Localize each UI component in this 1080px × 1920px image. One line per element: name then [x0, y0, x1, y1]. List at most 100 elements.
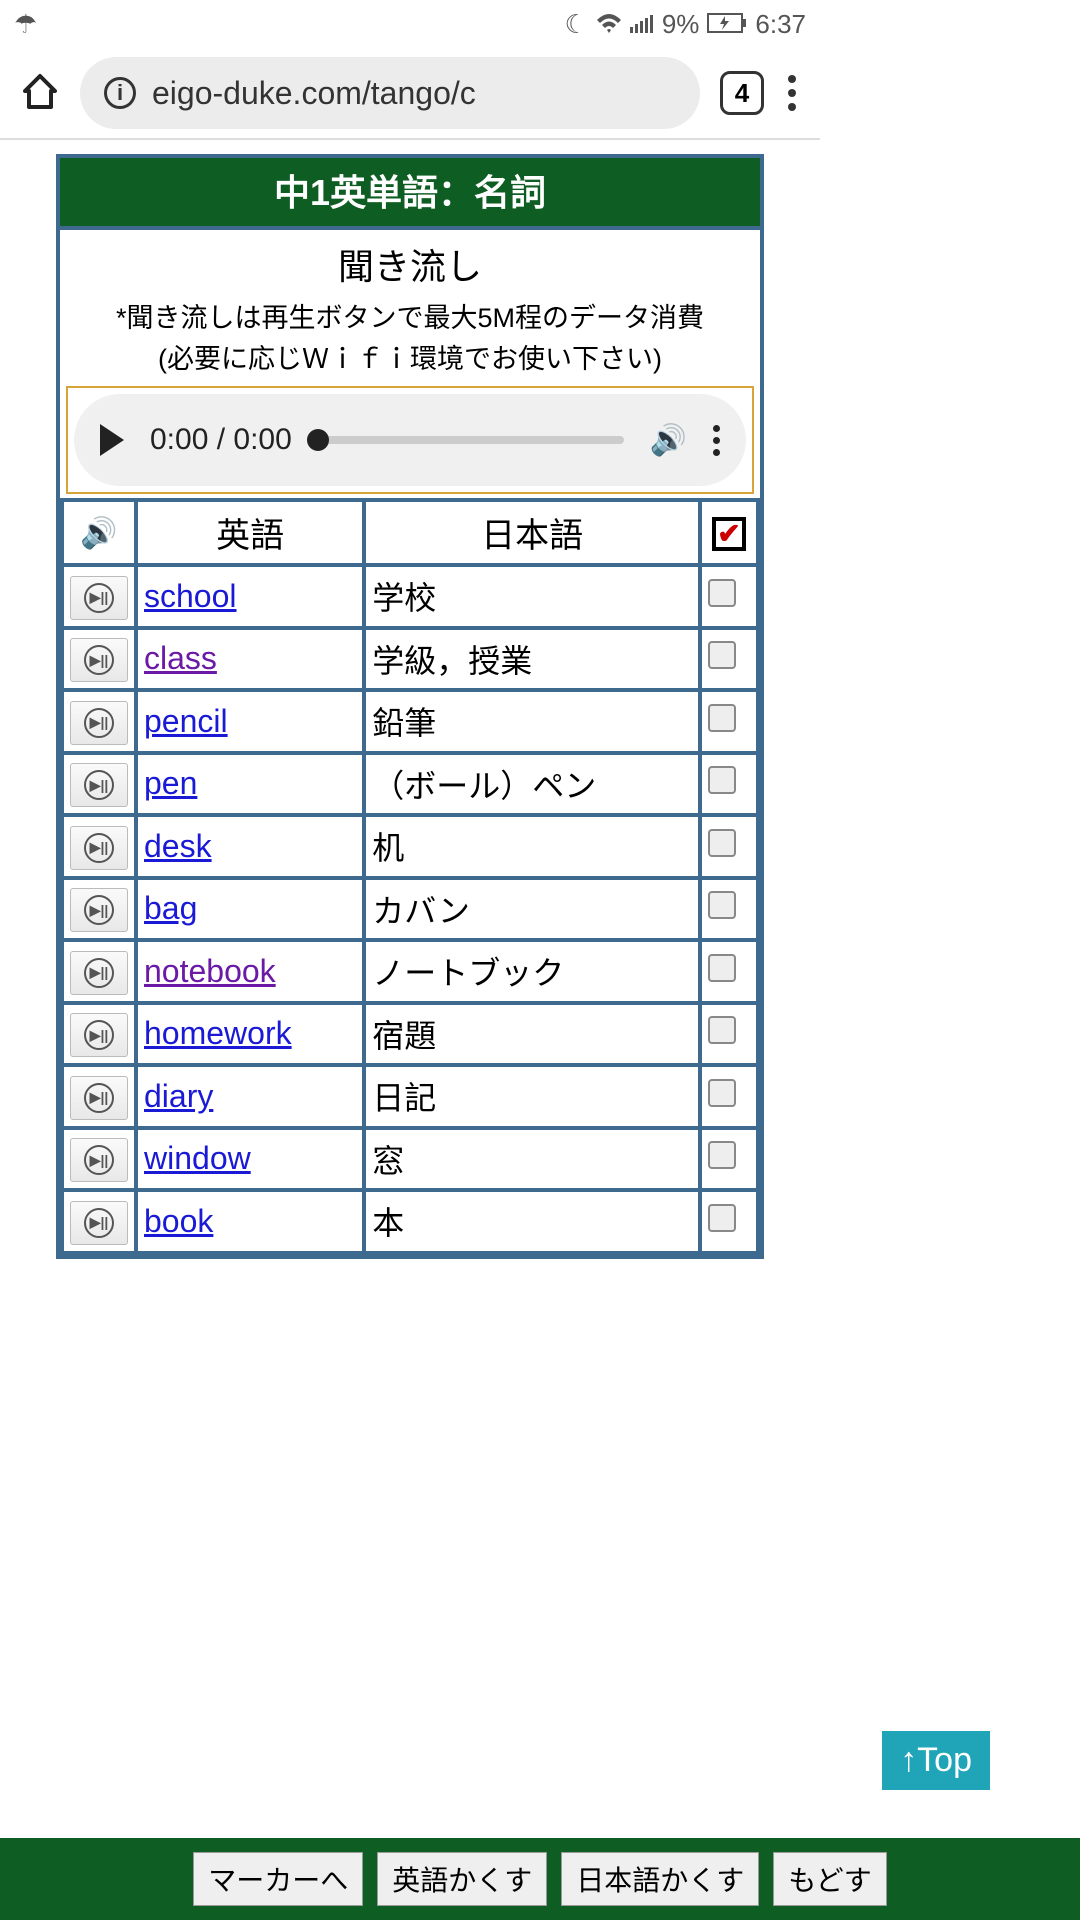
audio-player[interactable]: 0:00 / 0:00 🔊	[74, 394, 746, 486]
vocab-table: 🔊 英語 日本語 ✔ ▶||school学校▶||class学級，授業▶||pe…	[60, 498, 760, 1255]
row-english: diary	[138, 1067, 362, 1126]
row-japanese: 宿題	[366, 1005, 698, 1064]
row-english: pencil	[138, 692, 362, 751]
row-japanese: （ボール）ペン	[366, 755, 698, 814]
check-all-icon[interactable]: ✔	[712, 517, 746, 551]
vocab-link[interactable]: class	[144, 640, 217, 676]
battery-icon	[707, 9, 747, 40]
row-play-cell: ▶||	[64, 630, 134, 689]
vocab-link[interactable]: pencil	[144, 703, 228, 739]
row-play-button[interactable]: ▶||	[70, 1076, 128, 1120]
vocab-link[interactable]: homework	[144, 1015, 292, 1051]
row-check-cell	[702, 1192, 756, 1251]
audio-player-wrap: 0:00 / 0:00 🔊	[66, 386, 754, 494]
play-icon[interactable]	[100, 424, 124, 456]
table-row: ▶||notebookノートブック	[64, 942, 756, 1001]
hide-english-button[interactable]: 英語かくす	[377, 1852, 547, 1906]
vocab-link[interactable]: notebook	[144, 953, 276, 989]
header-audio: 🔊	[64, 502, 134, 563]
row-check-cell	[702, 1067, 756, 1126]
row-checkbox[interactable]	[708, 579, 736, 607]
row-play-cell: ▶||	[64, 817, 134, 876]
vocab-link[interactable]: diary	[144, 1078, 213, 1114]
goto-marker-button[interactable]: マーカーへ	[193, 1852, 363, 1906]
play-pause-icon: ▶||	[84, 895, 114, 925]
table-row: ▶|| desk 机	[64, 817, 756, 876]
vocab-link[interactable]: school	[144, 578, 237, 614]
row-play-button[interactable]: ▶||	[70, 763, 128, 807]
row-checkbox[interactable]	[708, 1141, 736, 1169]
audio-seek-thumb[interactable]	[307, 429, 329, 451]
row-checkbox[interactable]	[708, 1204, 736, 1232]
table-row: ▶||class学級，授業	[64, 630, 756, 689]
volume-icon[interactable]: 🔊	[650, 423, 687, 458]
row-checkbox[interactable]	[708, 704, 736, 732]
row-japanese: 本	[366, 1192, 698, 1251]
row-play-button[interactable]: ▶||	[70, 638, 128, 682]
wifi-note: (必要に応じＷｉｆｉ環境でお使い下さい)	[68, 337, 752, 376]
subtitle: 聞き流し	[68, 238, 752, 290]
battery-percent: 9%	[662, 9, 700, 40]
header-check[interactable]: ✔	[702, 502, 756, 563]
header-english: 英語	[138, 502, 362, 563]
row-checkbox[interactable]	[708, 1016, 736, 1044]
vocab-link[interactable]: book	[144, 1203, 213, 1239]
signal-icon	[630, 9, 654, 40]
row-play-button[interactable]: ▶||	[70, 1201, 128, 1245]
row-english: class	[138, 630, 362, 689]
row-play-cell: ▶||	[64, 567, 134, 626]
umbrella-icon: ☂	[14, 9, 37, 40]
row-japanese: カバン	[366, 880, 698, 939]
row-play-cell: ▶||	[64, 692, 134, 751]
row-english: notebook	[138, 942, 362, 1001]
row-checkbox[interactable]	[708, 641, 736, 669]
data-warning: *聞き流しは再生ボタンで最大5M程のデータ消費	[68, 296, 752, 335]
row-play-button[interactable]: ▶||	[70, 888, 128, 932]
row-play-button[interactable]: ▶||	[70, 576, 128, 620]
action-bar: マーカーへ 英語かくす 日本語かくす もどす	[0, 1838, 1080, 1920]
row-check-cell	[702, 817, 756, 876]
row-play-cell: ▶||	[64, 880, 134, 939]
table-row: ▶|| pen （ボール）ペン	[64, 755, 756, 814]
row-checkbox[interactable]	[708, 891, 736, 919]
audio-menu-icon[interactable]	[713, 425, 720, 456]
table-row: ▶|| book 本	[64, 1192, 756, 1251]
row-checkbox[interactable]	[708, 1079, 736, 1107]
tab-switcher[interactable]: 4	[720, 71, 764, 115]
home-icon[interactable]	[20, 71, 60, 116]
row-play-button[interactable]: ▶||	[70, 951, 128, 995]
row-play-cell: ▶||	[64, 1130, 134, 1189]
audio-seek-track[interactable]	[318, 436, 624, 444]
row-checkbox[interactable]	[708, 954, 736, 982]
url-bar[interactable]: i eigo-duke.com/tango/c	[80, 57, 700, 129]
reset-button[interactable]: もどす	[773, 1852, 886, 1906]
row-japanese: 学校	[366, 567, 698, 626]
browser-toolbar: i eigo-duke.com/tango/c 4	[0, 48, 820, 140]
row-play-button[interactable]: ▶||	[70, 826, 128, 870]
vocab-link[interactable]: window	[144, 1140, 251, 1176]
row-japanese: 鉛筆	[366, 692, 698, 751]
row-play-button[interactable]: ▶||	[70, 701, 128, 745]
wifi-icon	[596, 9, 622, 40]
table-row: ▶|| homework 宿題	[64, 1005, 756, 1064]
row-japanese: 机	[366, 817, 698, 876]
row-play-button[interactable]: ▶||	[70, 1138, 128, 1182]
hide-japanese-button[interactable]: 日本語かくす	[561, 1852, 759, 1906]
scroll-top-button[interactable]: ↑Top	[882, 1731, 990, 1790]
play-pause-icon: ▶||	[84, 1145, 114, 1175]
browser-menu-icon[interactable]	[784, 71, 800, 115]
site-info-icon[interactable]: i	[104, 77, 136, 109]
row-check-cell	[702, 880, 756, 939]
vocab-link[interactable]: bag	[144, 890, 197, 926]
audio-time: 0:00 / 0:00	[150, 423, 292, 457]
play-pause-icon: ▶||	[84, 770, 114, 800]
vocab-link[interactable]: pen	[144, 765, 197, 801]
table-row: ▶||diary日記	[64, 1067, 756, 1126]
status-bar: ☂ ☾ 9% 6:37	[0, 0, 820, 48]
row-play-cell: ▶||	[64, 1192, 134, 1251]
row-checkbox[interactable]	[708, 829, 736, 857]
row-play-button[interactable]: ▶||	[70, 1013, 128, 1057]
dnd-moon-icon: ☾	[565, 9, 588, 40]
vocab-link[interactable]: desk	[144, 828, 212, 864]
row-checkbox[interactable]	[708, 766, 736, 794]
